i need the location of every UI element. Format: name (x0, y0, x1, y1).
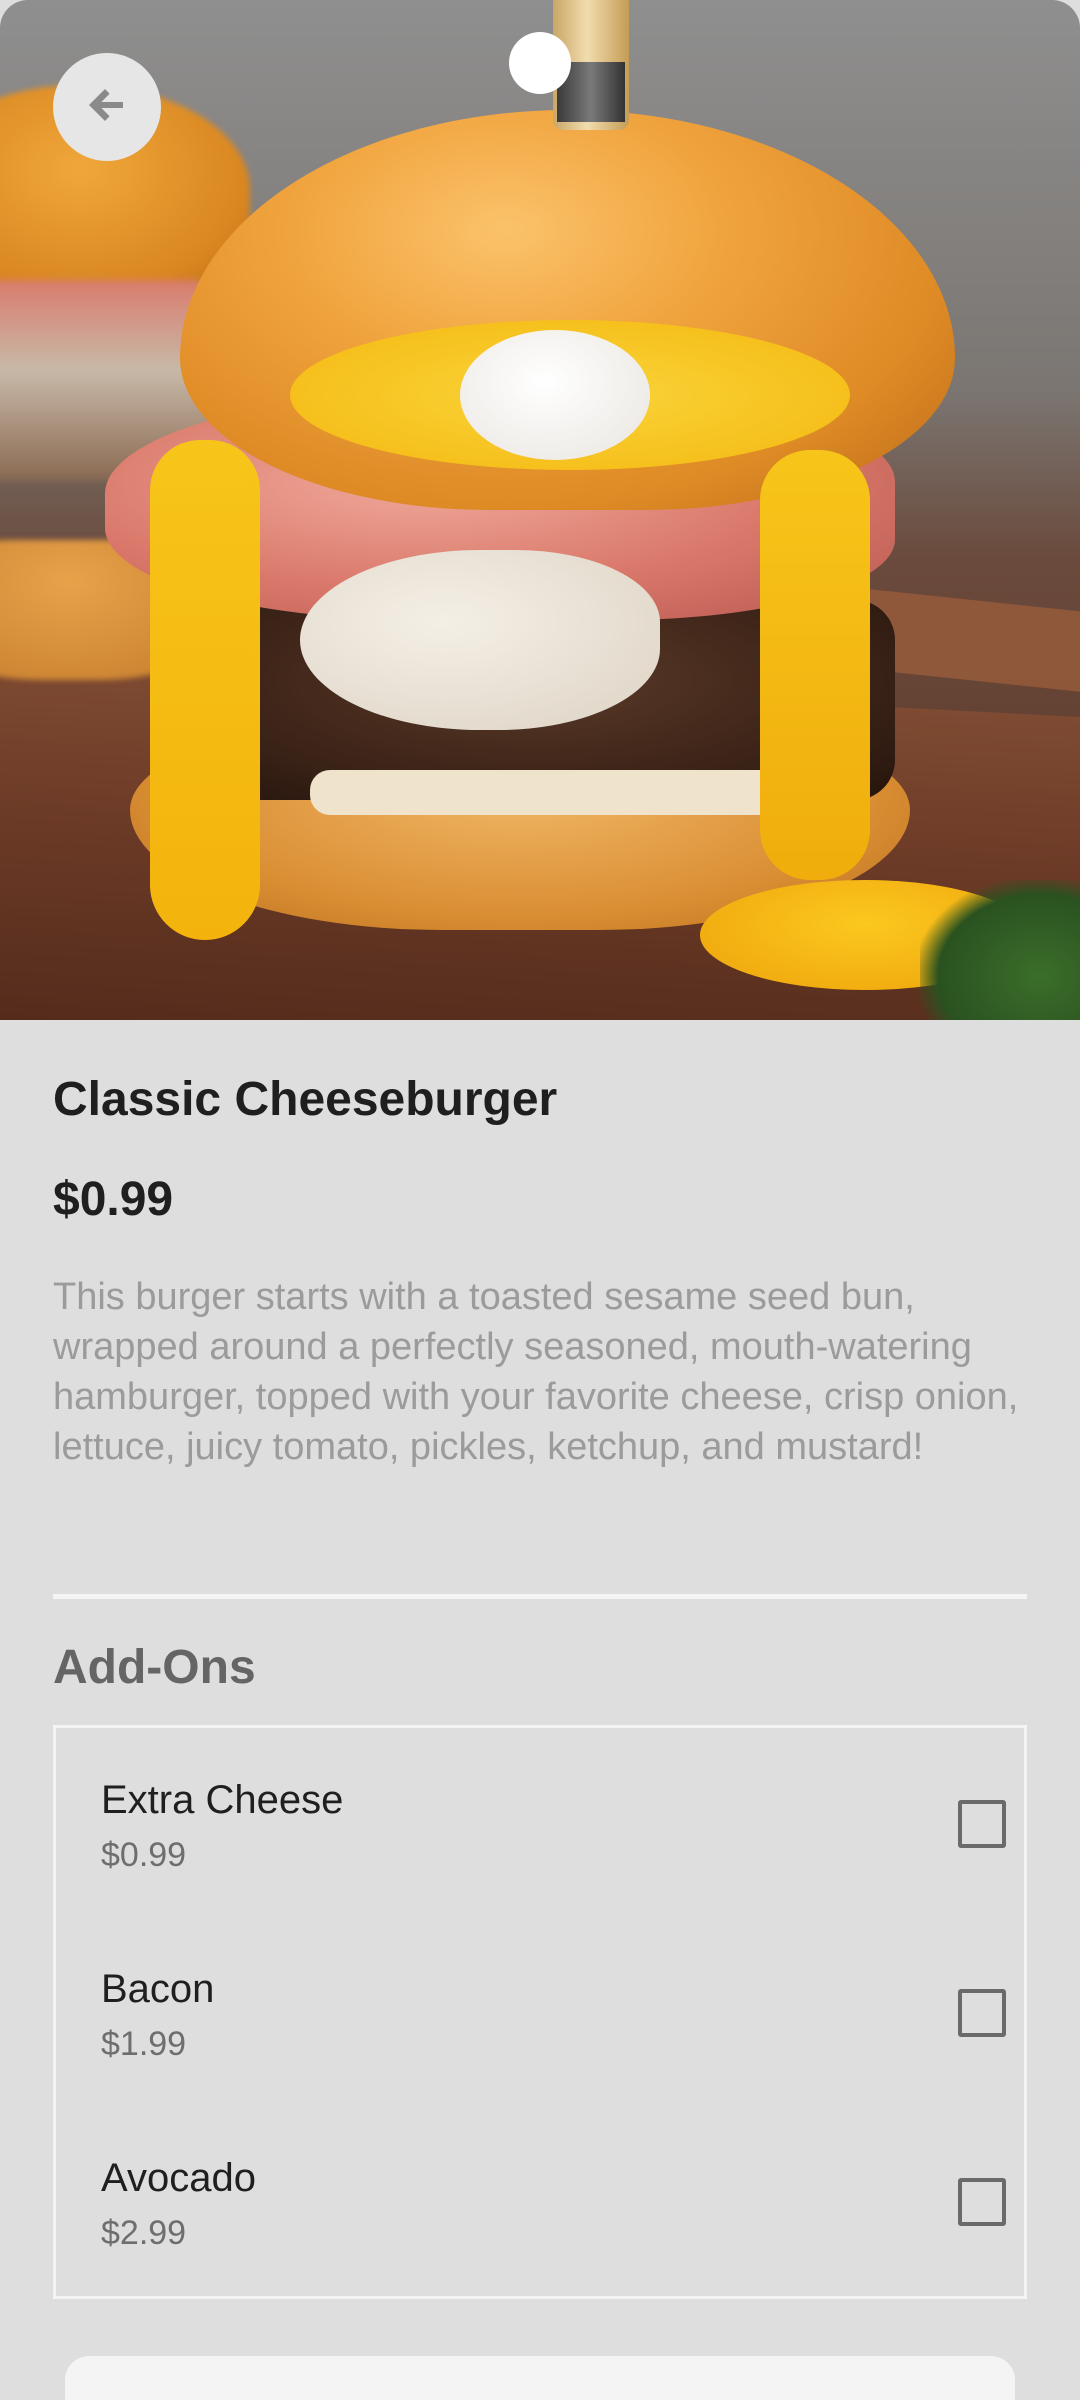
addon-item-avocado[interactable]: Avocado $2.99 (101, 2156, 1006, 2296)
yolk-drip-right (760, 450, 870, 880)
addon-name: Avocado (101, 2156, 256, 2200)
addons-list: Extra Cheese $0.99 Bacon $1.99 Avocado $… (53, 1725, 1027, 2299)
back-button[interactable] (53, 53, 161, 161)
bottom-action-bar[interactable] (65, 2356, 1015, 2400)
camera-cutout (509, 32, 571, 94)
egg-white (460, 330, 650, 460)
product-image (0, 0, 1080, 1020)
addon-price: $1.99 (101, 2025, 187, 2063)
product-description: This burger starts with a toasted sesame… (53, 1276, 1019, 1468)
product-name: Classic Cheeseburger (53, 1073, 558, 1126)
product-price: $0.99 (53, 1173, 174, 1226)
addon-price: $2.99 (101, 2214, 187, 2252)
sauce (310, 770, 830, 815)
divider (53, 1594, 1027, 1599)
arrow-back-icon (83, 81, 131, 134)
addon-item-extra-cheese[interactable]: Extra Cheese $0.99 (101, 1778, 1006, 1918)
addon-name: Extra Cheese (101, 1778, 344, 1822)
addon-name: Bacon (101, 1967, 215, 2011)
melted-cheese (300, 550, 660, 730)
addon-price: $0.99 (101, 1836, 187, 1874)
addons-title: Add-Ons (53, 1641, 256, 1694)
product-detail-screen: Classic Cheeseburger $0.99 This burger s… (0, 0, 1080, 2400)
addon-checkbox[interactable] (958, 2178, 1006, 2226)
yolk-drip-left (150, 440, 260, 940)
addon-item-bacon[interactable]: Bacon $1.99 (101, 1967, 1006, 2107)
addon-checkbox[interactable] (958, 1989, 1006, 2037)
addon-checkbox[interactable] (958, 1800, 1006, 1848)
rosemary-garnish (920, 880, 1080, 1020)
